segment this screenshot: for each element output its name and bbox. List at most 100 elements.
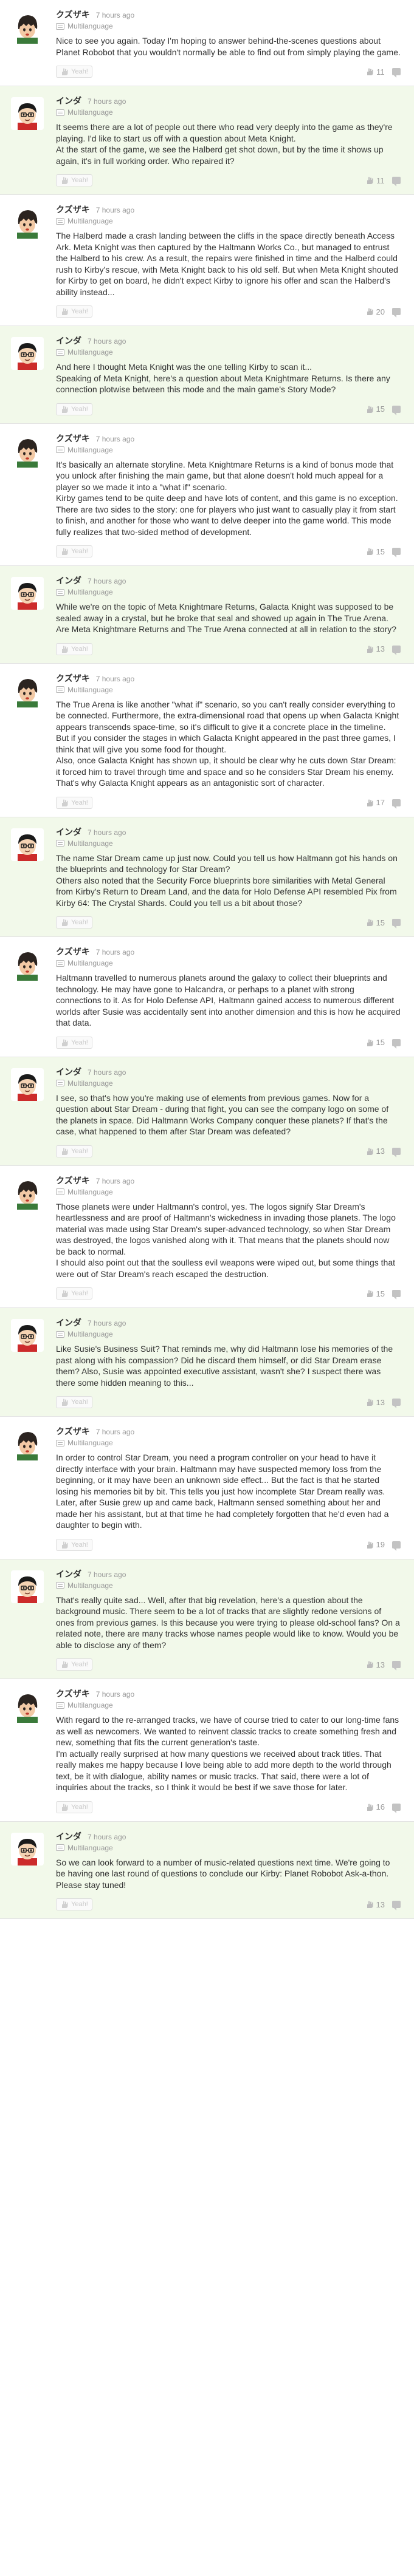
yeah-button[interactable]: Yeah! — [56, 305, 92, 318]
comment-icon[interactable] — [392, 1399, 401, 1408]
yeah-button[interactable]: Yeah! — [56, 1801, 92, 1813]
user-avatar[interactable] — [11, 577, 44, 610]
user-avatar[interactable] — [11, 948, 44, 981]
user-avatar[interactable] — [11, 206, 44, 239]
author-name[interactable]: インダ — [56, 826, 81, 838]
post-meta: インダ 7 hours ago — [56, 1066, 401, 1077]
post-body: It seems there are a lot of people out t… — [56, 122, 393, 166]
yeah-count-icon — [367, 919, 373, 926]
yeah-count: 13 — [376, 1660, 385, 1669]
comment-icon[interactable] — [392, 177, 401, 186]
comment-icon[interactable] — [392, 645, 401, 655]
post-feed: クズザキ 7 hours ago Multilanguage Nice to s… — [0, 0, 414, 1919]
mii-avatar-icon — [11, 1428, 44, 1460]
author-name[interactable]: インダ — [56, 1568, 81, 1580]
comment-icon[interactable] — [392, 799, 401, 809]
user-avatar[interactable] — [11, 1428, 44, 1460]
yeah-button[interactable]: Yeah! — [56, 1036, 92, 1049]
post-timestamp: 7 hours ago — [95, 1176, 135, 1185]
author-name[interactable]: クズザキ — [56, 1174, 90, 1187]
yeah-button[interactable]: Yeah! — [56, 1898, 92, 1910]
comment-icon[interactable] — [392, 1038, 401, 1049]
comment-icon[interactable] — [392, 68, 401, 78]
yeah-button[interactable]: Yeah! — [56, 1538, 92, 1551]
post-timestamp: 7 hours ago — [95, 434, 135, 443]
author-name[interactable]: インダ — [56, 1066, 81, 1078]
yeah-count: 16 — [376, 1802, 385, 1811]
language-icon — [56, 959, 64, 967]
author-name[interactable]: インダ — [56, 95, 81, 107]
author-name[interactable]: インダ — [56, 335, 81, 347]
yeah-button[interactable]: Yeah! — [56, 66, 92, 78]
post-timestamp: 7 hours ago — [88, 1319, 126, 1327]
comment-icon[interactable] — [392, 1901, 401, 1910]
user-avatar[interactable] — [11, 435, 44, 468]
yeah-button[interactable]: Yeah! — [56, 1396, 92, 1408]
mii-avatar-icon — [11, 675, 44, 707]
yeah-count-icon — [367, 799, 373, 806]
yeah-count: 17 — [376, 798, 385, 807]
user-avatar[interactable] — [11, 675, 44, 707]
post-body: So we can look forward to a number of mu… — [56, 1857, 390, 1890]
comment-icon[interactable] — [392, 1661, 401, 1671]
user-avatar[interactable] — [11, 11, 44, 44]
author-name[interactable]: クズザキ — [56, 1688, 90, 1700]
user-avatar[interactable] — [11, 97, 44, 130]
comment-icon[interactable] — [392, 308, 401, 318]
yeah-button[interactable]: Yeah! — [56, 403, 92, 415]
yeah-button-label: Yeah! — [71, 308, 88, 315]
post-body: Haltmann travelled to numerous planets a… — [56, 973, 401, 1027]
author-name[interactable]: クズザキ — [56, 1425, 90, 1437]
author-name[interactable]: インダ — [56, 1317, 81, 1329]
post-meta: クズザキ 7 hours ago — [56, 203, 401, 214]
comment-icon[interactable] — [392, 548, 401, 557]
user-avatar[interactable] — [11, 1068, 44, 1101]
post-footer: Yeah! 11 — [56, 172, 401, 188]
user-avatar[interactable] — [11, 828, 44, 861]
author-name[interactable]: クズザキ — [56, 946, 90, 958]
yeah-count: 13 — [376, 1397, 385, 1407]
post-body: Nice to see you again. Today I'm hoping … — [56, 36, 401, 57]
post-item: クズザキ 7 hours ago Multilanguage It's basi… — [0, 423, 414, 566]
author-name[interactable]: インダ — [56, 1830, 81, 1842]
language-icon — [56, 22, 64, 30]
author-name[interactable]: クズザキ — [56, 9, 90, 21]
user-avatar[interactable] — [11, 1570, 44, 1603]
yeah-button[interactable]: Yeah! — [56, 174, 92, 186]
yeah-button[interactable]: Yeah! — [56, 642, 92, 655]
comment-icon[interactable] — [392, 405, 401, 415]
yeah-button[interactable]: Yeah! — [56, 796, 92, 809]
post-footer: Yeah! 15 — [56, 1286, 401, 1301]
author-name[interactable]: クズザキ — [56, 432, 90, 445]
yeah-hand-icon — [62, 406, 68, 413]
yeah-count: 13 — [376, 1900, 385, 1909]
post-footer: Yeah! 17 — [56, 795, 401, 811]
comment-icon[interactable] — [392, 1147, 401, 1157]
comment-icon[interactable] — [392, 919, 401, 929]
comment-icon[interactable] — [392, 1803, 401, 1813]
yeah-hand-icon — [62, 799, 68, 806]
yeah-count: 15 — [376, 547, 385, 556]
yeah-button[interactable]: Yeah! — [56, 916, 92, 929]
yeah-count: 11 — [376, 67, 385, 77]
comment-icon[interactable] — [392, 1541, 401, 1551]
user-avatar[interactable] — [11, 337, 44, 370]
author-name[interactable]: インダ — [56, 574, 81, 587]
user-avatar[interactable] — [11, 1690, 44, 1723]
user-avatar[interactable] — [11, 1177, 44, 1210]
author-name[interactable]: クズザキ — [56, 203, 90, 216]
yeah-count-icon — [367, 548, 373, 555]
yeah-button[interactable]: Yeah! — [56, 545, 92, 557]
post-body: I see, so that's how you're making use o… — [56, 1092, 389, 1137]
user-avatar[interactable] — [11, 1319, 44, 1352]
author-name[interactable]: クズザキ — [56, 672, 90, 684]
yeah-button[interactable]: Yeah! — [56, 1145, 92, 1157]
yeah-count-icon — [367, 68, 373, 75]
post-timestamp: 7 hours ago — [88, 97, 126, 106]
post-meta: クズザキ 7 hours ago — [56, 432, 401, 443]
yeah-button-label: Yeah! — [71, 1290, 88, 1297]
user-avatar[interactable] — [11, 1833, 44, 1866]
yeah-button[interactable]: Yeah! — [56, 1658, 92, 1671]
yeah-button[interactable]: Yeah! — [56, 1287, 92, 1300]
comment-icon[interactable] — [392, 1290, 401, 1300]
